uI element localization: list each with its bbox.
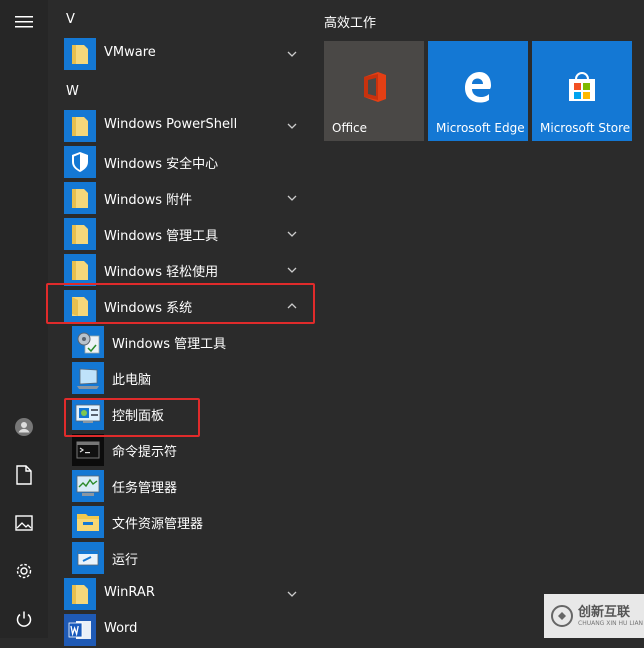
app-label: 运行 — [112, 553, 139, 568]
app-label: Windows 轻松使用 — [104, 265, 219, 280]
app-label: 文件资源管理器 — [112, 517, 204, 532]
chevron-down-icon — [287, 591, 297, 597]
tile-label: Microsoft Store — [540, 121, 631, 135]
app-label: Windows 系统 — [104, 301, 193, 316]
tile-microsoft-store[interactable]: Microsoft Store — [532, 41, 632, 141]
power-icon — [16, 611, 32, 627]
start-left-rail — [0, 0, 48, 638]
folder-icon — [64, 38, 96, 70]
folder-icon — [64, 218, 96, 250]
app-label: Windows PowerShell — [104, 117, 238, 132]
documents-button[interactable] — [0, 453, 48, 497]
word-icon — [64, 614, 96, 646]
app-item-accessories[interactable]: Windows 附件 — [48, 180, 310, 216]
app-item-windows-system[interactable]: Windows 系统 — [48, 288, 310, 324]
app-item-file-explorer[interactable]: 文件资源管理器 — [48, 504, 310, 540]
folder-icon — [64, 110, 96, 142]
app-item-winrar[interactable]: WinRAR — [48, 576, 310, 612]
tile-group-title[interactable]: 高效工作 — [324, 12, 376, 31]
folder-open-icon — [64, 290, 96, 322]
app-item-ease-of-access[interactable]: Windows 轻松使用 — [48, 252, 310, 288]
edge-logo-icon — [465, 72, 491, 103]
power-button[interactable] — [0, 597, 48, 641]
app-label: Windows 安全中心 — [104, 157, 219, 172]
store-bag-icon — [569, 72, 595, 101]
app-label: 任务管理器 — [112, 481, 178, 496]
app-item-security-center[interactable]: Windows 安全中心 — [48, 144, 310, 180]
tile-label: Microsoft Edge — [436, 121, 525, 135]
app-item-word[interactable]: Word — [48, 612, 310, 648]
app-label: 命令提示符 — [112, 445, 178, 460]
gear-icon — [16, 563, 32, 579]
watermark-logo-icon — [551, 605, 573, 627]
chevron-down-icon — [287, 195, 297, 201]
watermark: 创新互联 CHUANG XIN HU LIAN — [544, 594, 644, 638]
office-logo-icon — [364, 72, 386, 102]
document-icon — [16, 465, 32, 485]
app-item-command-prompt[interactable]: 命令提示符 — [48, 432, 310, 468]
folder-icon — [64, 578, 96, 610]
app-label: Windows 附件 — [104, 193, 193, 208]
run-icon — [72, 542, 104, 574]
watermark-brand: 创新互联 — [578, 604, 631, 620]
app-item-task-manager[interactable]: 任务管理器 — [48, 468, 310, 504]
chevron-down-icon — [287, 51, 297, 57]
app-item-this-pc[interactable]: 此电脑 — [48, 360, 310, 396]
section-header-w[interactable]: W — [66, 84, 79, 99]
folder-icon — [64, 182, 96, 214]
control-panel-icon — [72, 398, 104, 430]
hamburger-icon — [15, 16, 33, 28]
app-label: Windows 管理工具 — [104, 229, 219, 244]
shield-icon — [64, 146, 96, 178]
folder-icon — [64, 254, 96, 286]
app-label: WinRAR — [104, 585, 155, 600]
section-header-v[interactable]: V — [66, 12, 75, 27]
app-label: 控制面板 — [112, 409, 165, 424]
chevron-up-icon — [287, 303, 297, 309]
app-item-control-panel[interactable]: 控制面板 — [48, 396, 310, 432]
pictures-icon — [15, 515, 33, 531]
app-label: Windows 管理工具 — [112, 337, 227, 352]
file-explorer-icon — [72, 506, 104, 538]
admin-tools-icon — [72, 326, 104, 358]
user-account-button[interactable] — [0, 405, 48, 449]
app-label: 此电脑 — [112, 373, 152, 388]
app-item-vmware[interactable]: VMware — [48, 36, 310, 72]
app-list[interactable]: V VMware W Windows PowerShell Windows 安全… — [48, 0, 318, 646]
app-label: VMware — [104, 45, 156, 60]
app-item-admin-tools[interactable]: Windows 管理工具 — [48, 324, 310, 360]
app-item-powershell[interactable]: Windows PowerShell — [48, 108, 310, 144]
tile-label: Office — [332, 121, 368, 135]
user-avatar-icon — [15, 418, 33, 436]
watermark-subtitle: CHUANG XIN HU LIAN — [578, 619, 644, 627]
app-label: Word — [104, 621, 138, 636]
app-item-admin-tools-folder[interactable]: Windows 管理工具 — [48, 216, 310, 252]
app-item-run[interactable]: 运行 — [48, 540, 310, 576]
tile-office[interactable]: Office — [324, 41, 424, 141]
terminal-icon — [72, 434, 104, 466]
chevron-down-icon — [287, 123, 297, 129]
computer-icon — [72, 362, 104, 394]
task-manager-icon — [72, 470, 104, 502]
settings-button[interactable] — [0, 549, 48, 593]
expand-menu-button[interactable] — [0, 0, 48, 44]
chevron-down-icon — [287, 267, 297, 273]
chevron-down-icon — [287, 231, 297, 237]
tile-microsoft-edge[interactable]: Microsoft Edge — [428, 41, 528, 141]
pictures-button[interactable] — [0, 501, 48, 545]
